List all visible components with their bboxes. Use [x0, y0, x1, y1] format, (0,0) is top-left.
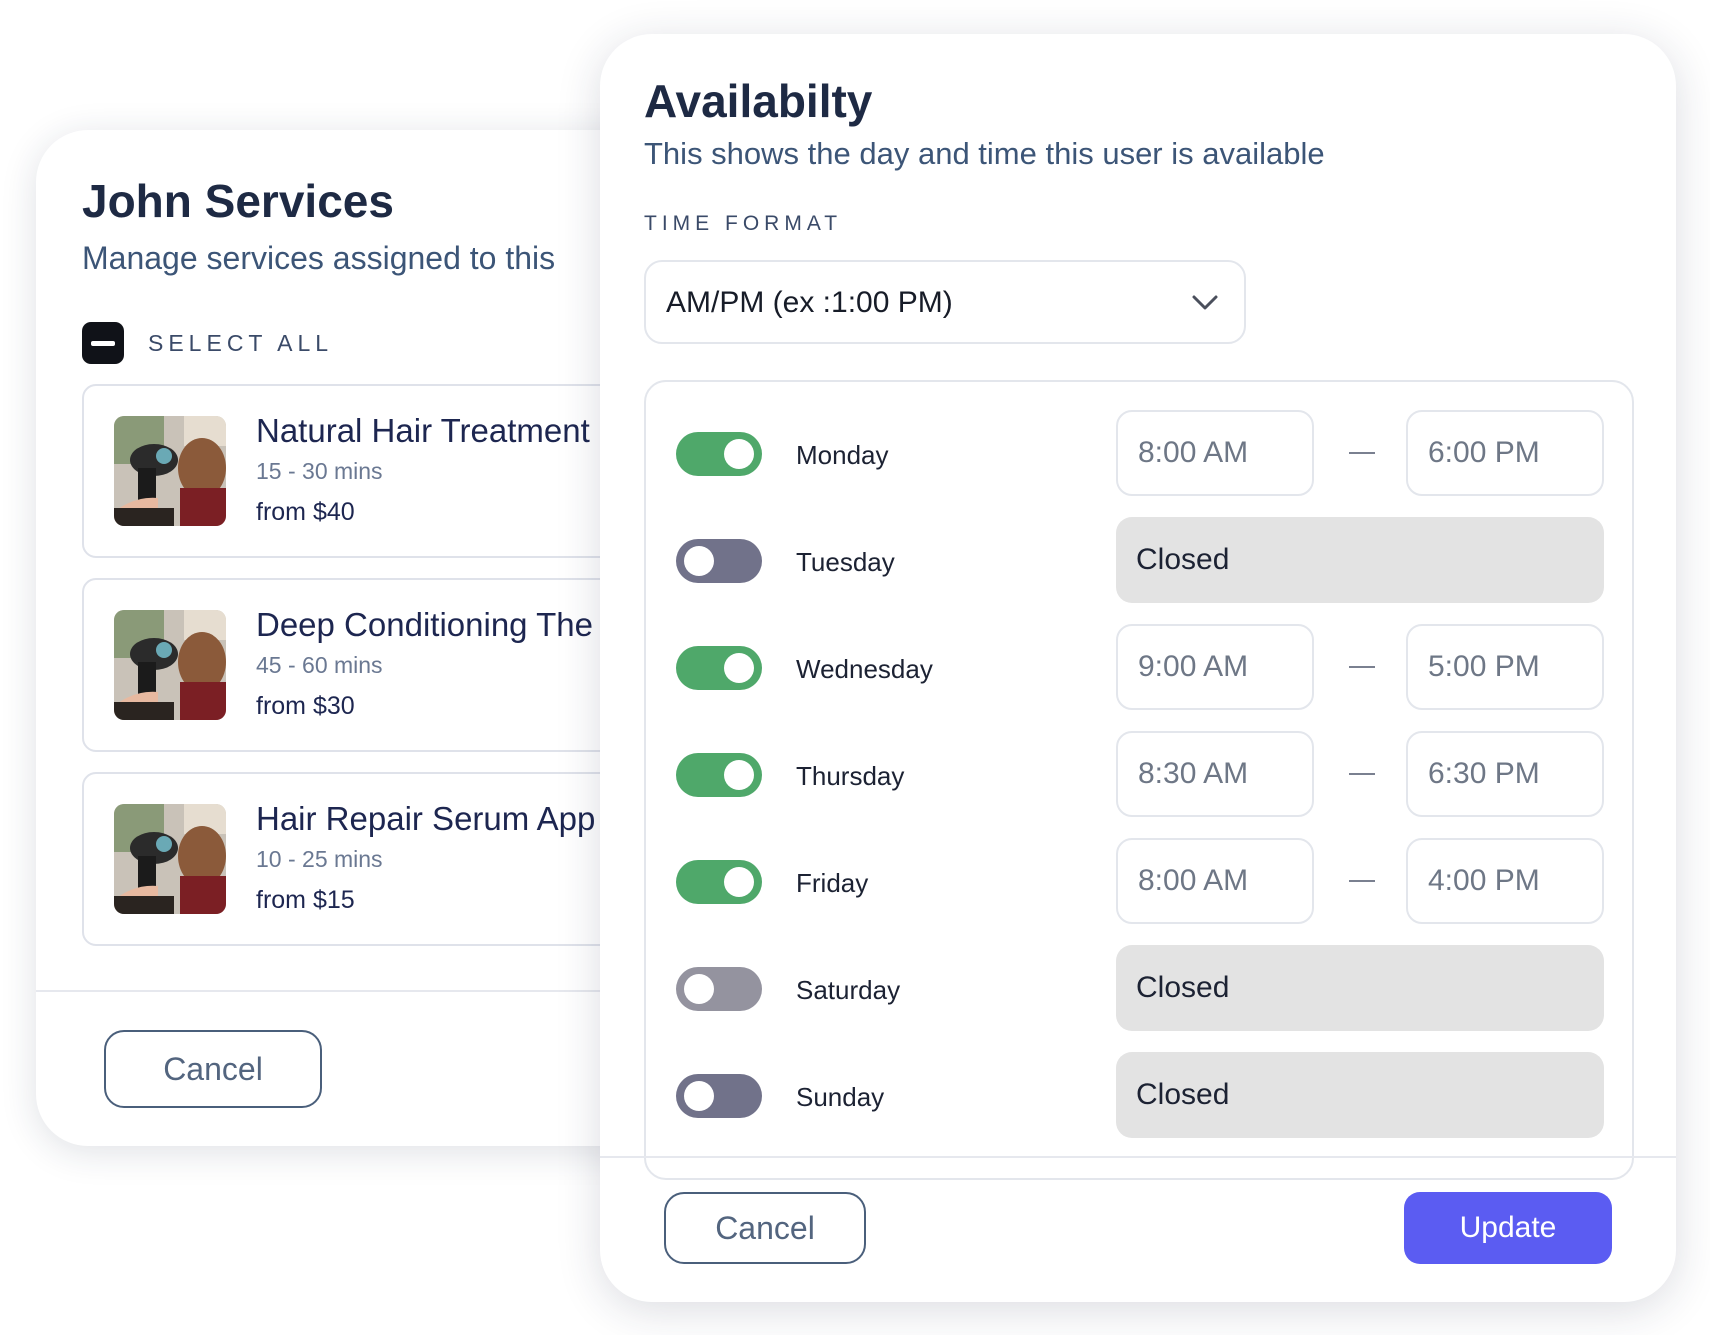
tuesday-closed-status: Closed [1116, 517, 1604, 603]
thursday-toggle[interactable] [676, 753, 762, 797]
divider [600, 1156, 1676, 1158]
day-row-saturday: Saturday Closed [646, 945, 1632, 1031]
day-name: Wednesday [796, 654, 933, 684]
toggle-knob [724, 439, 754, 469]
tuesday-toggle[interactable] [676, 539, 762, 583]
toggle-knob [724, 760, 754, 790]
time-separator [1349, 880, 1375, 882]
toggle-knob [684, 1081, 714, 1111]
toggle-knob [724, 653, 754, 683]
availability-cancel-button[interactable]: Cancel [664, 1192, 866, 1264]
select-all-checkbox[interactable] [82, 322, 124, 364]
toggle-knob [684, 974, 714, 1004]
day-name: Monday [796, 440, 889, 470]
service-thumbnail [114, 804, 226, 914]
time-separator [1349, 452, 1375, 454]
day-row-thursday: Thursday 8:30 AM 6:30 PM [646, 731, 1632, 817]
thursday-start-time[interactable]: 8:30 AM [1116, 731, 1314, 817]
day-name: Saturday [796, 975, 901, 1005]
service-thumbnail [114, 610, 226, 720]
day-row-tuesday: Tuesday Closed [646, 517, 1632, 603]
wednesday-toggle[interactable] [676, 646, 762, 690]
chevron-down-icon [1192, 295, 1218, 310]
service-duration: 10 - 25 mins [256, 846, 383, 872]
friday-end-time[interactable]: 4:00 PM [1406, 838, 1604, 924]
day-row-sunday: Sunday Closed [646, 1052, 1632, 1138]
service-price: from $15 [256, 886, 355, 914]
service-name: Hair Repair Serum App [256, 800, 596, 837]
availability-title: Availabilty [644, 75, 873, 127]
services-cancel-button[interactable]: Cancel [104, 1030, 322, 1108]
service-thumbnail [114, 416, 226, 526]
service-name: Deep Conditioning The [256, 606, 593, 643]
wednesday-start-time[interactable]: 9:00 AM [1116, 624, 1314, 710]
service-name: Natural Hair Treatment [256, 412, 590, 449]
day-row-monday: Monday 8:00 AM 6:00 PM [646, 410, 1632, 496]
time-format-select[interactable]: AM/PM (ex :1:00 PM) [644, 260, 1246, 344]
time-format-value: AM/PM (ex :1:00 PM) [666, 286, 953, 319]
friday-toggle[interactable] [676, 860, 762, 904]
day-name: Tuesday [796, 547, 895, 577]
weekly-schedule: Monday 8:00 AM 6:00 PM Tuesday Closed We… [644, 380, 1634, 1180]
day-row-friday: Friday 8:00 AM 4:00 PM [646, 838, 1632, 924]
services-subtitle: Manage services assigned to this [82, 240, 556, 276]
monday-start-time[interactable]: 8:00 AM [1116, 410, 1314, 496]
friday-start-time[interactable]: 8:00 AM [1116, 838, 1314, 924]
sunday-toggle[interactable] [676, 1074, 762, 1118]
thursday-end-time[interactable]: 6:30 PM [1406, 731, 1604, 817]
saturday-toggle[interactable] [676, 967, 762, 1011]
sunday-closed-status: Closed [1116, 1052, 1604, 1138]
services-title: John Services [82, 175, 394, 227]
availability-subtitle: This shows the day and time this user is… [644, 136, 1325, 171]
update-button[interactable]: Update [1404, 1192, 1612, 1264]
service-price: from $30 [256, 692, 355, 720]
wednesday-end-time[interactable]: 5:00 PM [1406, 624, 1604, 710]
time-separator [1349, 773, 1375, 775]
monday-end-time[interactable]: 6:00 PM [1406, 410, 1604, 496]
day-name: Thursday [796, 761, 905, 791]
availability-panel: Availabilty This shows the day and time … [600, 34, 1676, 1302]
day-row-wednesday: Wednesday 9:00 AM 5:00 PM [646, 624, 1632, 710]
day-name: Friday [796, 868, 869, 898]
indeterminate-icon [91, 340, 115, 346]
service-duration: 45 - 60 mins [256, 652, 383, 678]
select-all-label: SELECT ALL [148, 329, 334, 356]
service-duration: 15 - 30 mins [256, 458, 383, 484]
toggle-knob [684, 546, 714, 576]
select-all[interactable]: SELECT ALL [82, 322, 333, 364]
service-price: from $40 [256, 498, 355, 526]
time-format-label: TIME FORMAT [644, 212, 843, 235]
time-separator [1349, 666, 1375, 668]
toggle-knob [724, 867, 754, 897]
monday-toggle[interactable] [676, 432, 762, 476]
day-name: Sunday [796, 1082, 885, 1112]
saturday-closed-status: Closed [1116, 945, 1604, 1031]
